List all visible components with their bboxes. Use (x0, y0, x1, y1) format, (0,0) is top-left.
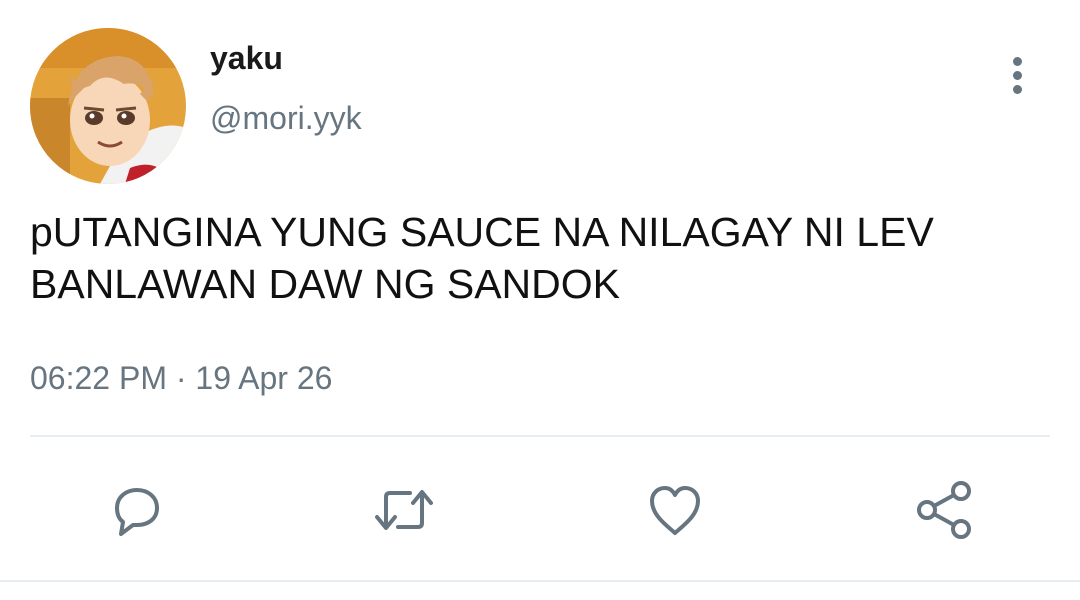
more-options-button[interactable] (996, 52, 1038, 98)
tweet-timestamp[interactable]: 06:22 PM · 19 Apr 26 (30, 358, 332, 398)
divider (30, 435, 1050, 437)
avatar[interactable] (30, 28, 186, 184)
share-button[interactable] (912, 478, 976, 542)
user-handle[interactable]: @mori.yyk (210, 98, 362, 138)
share-icon (917, 481, 971, 539)
reply-icon (115, 488, 159, 536)
retweet-icon (375, 490, 433, 530)
retweet-button[interactable] (372, 478, 436, 542)
more-vertical-icon (1012, 56, 1022, 94)
tweet-text: pUTANGINA YUNG SAUCE NA NILAGAY NI LEV B… (30, 209, 934, 307)
display-name[interactable]: yaku (210, 38, 283, 78)
heart-icon (650, 486, 700, 535)
bottom-divider (0, 580, 1080, 582)
reply-button[interactable] (104, 478, 168, 542)
like-button[interactable] (643, 478, 707, 542)
